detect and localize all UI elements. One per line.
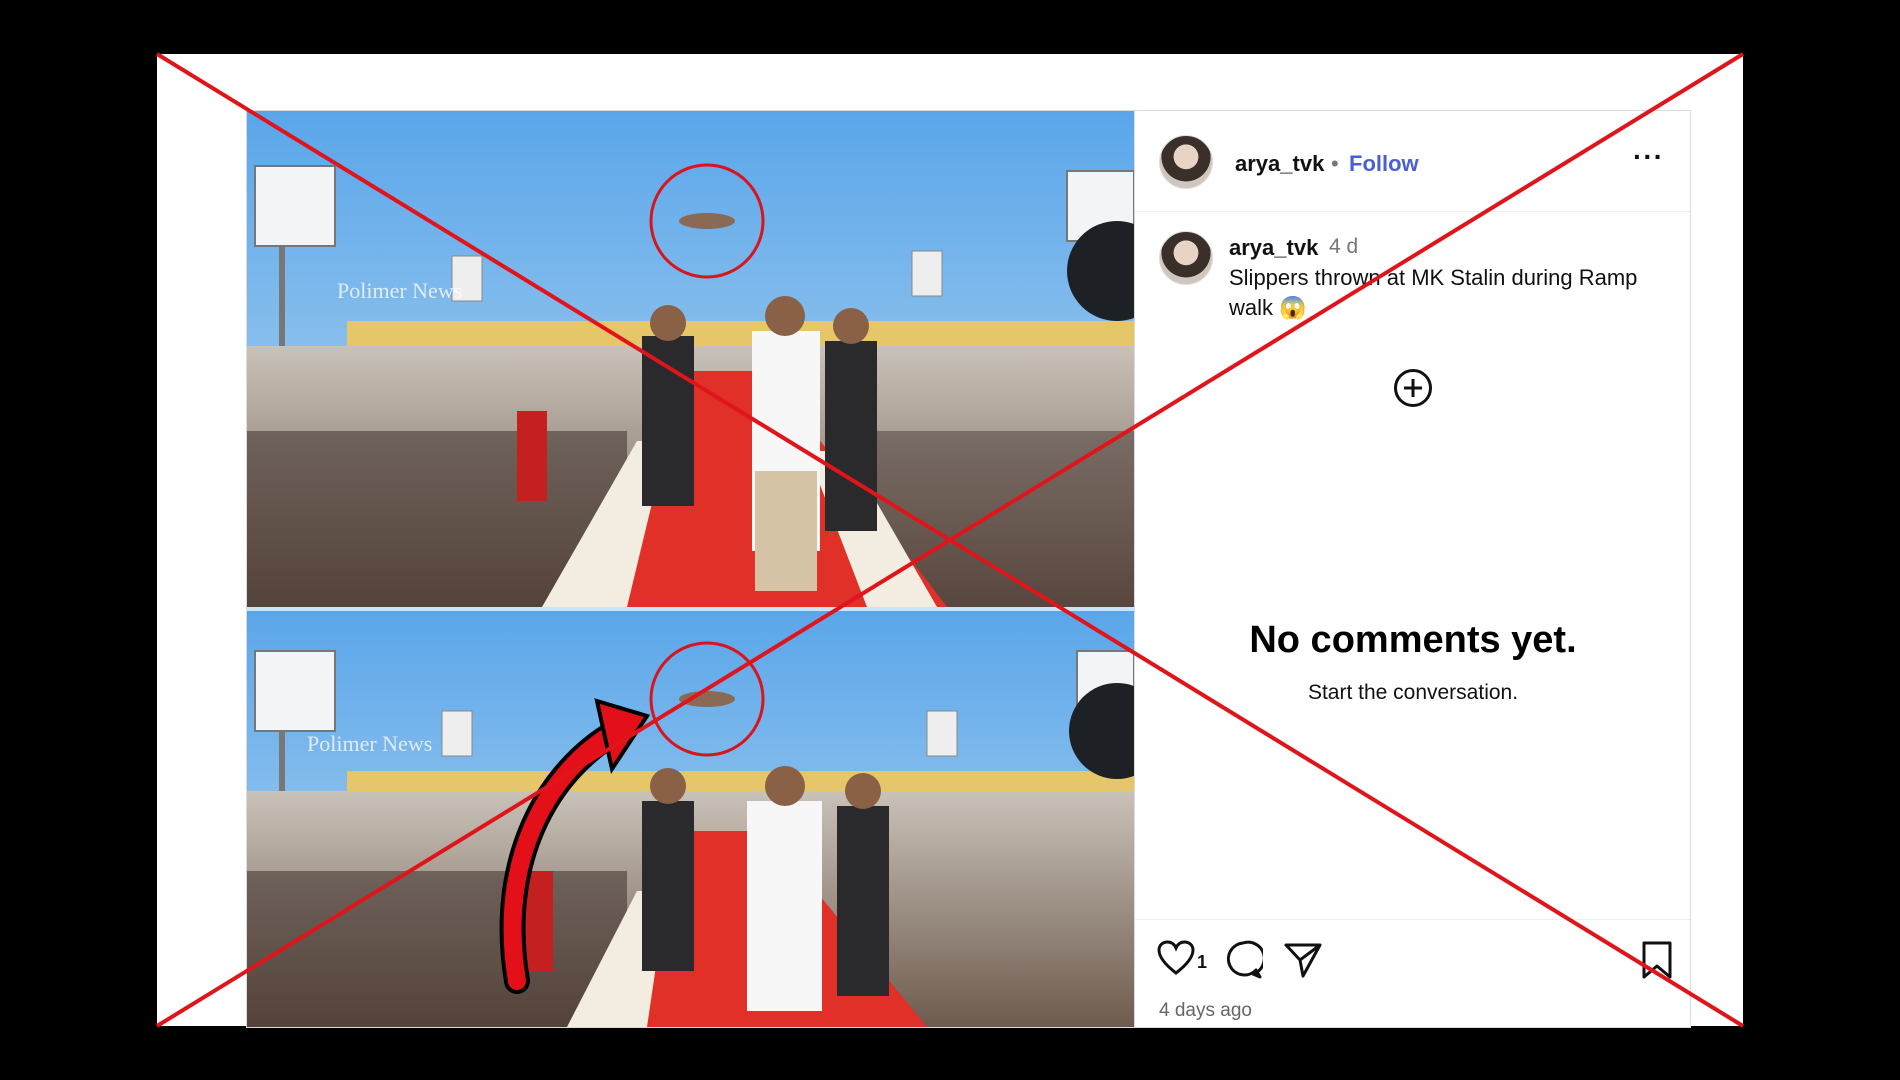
caption-avatar[interactable] <box>1159 231 1213 285</box>
like-count[interactable]: 1 <box>1197 952 1207 973</box>
comment-icon[interactable] <box>1223 940 1263 980</box>
caption-time[interactable]: 4 d <box>1329 235 1358 259</box>
photo-top: Polimer News <box>247 111 1134 607</box>
avatar[interactable] <box>1159 135 1213 189</box>
add-circle-icon[interactable] <box>1394 369 1432 407</box>
action-bar: 1 4 days ago <box>1135 919 1690 1027</box>
heart-icon[interactable] <box>1157 940 1195 976</box>
post-media[interactable]: Polimer News Polimer News <box>247 111 1134 1027</box>
header-username[interactable]: arya_tvk <box>1235 151 1324 177</box>
bookmark-icon[interactable] <box>1641 940 1673 980</box>
empty-comments-subtitle: Start the conversation. <box>1307 681 1519 704</box>
watermark-top: Polimer News <box>337 278 462 303</box>
post-header: arya_tvk • Follow ··· <box>1135 111 1690 212</box>
screenshot-canvas: Polimer News Polimer News arya_tvk • Fol… <box>0 0 1900 1080</box>
more-icon[interactable]: ··· <box>1633 141 1664 173</box>
photo-bottom: Polimer News <box>247 611 1134 1027</box>
separator-dot: • <box>1331 151 1339 176</box>
caption-text: Slippers thrown at MK Stalin during Ramp… <box>1229 265 1638 320</box>
empty-comments-title: No comments yet. <box>1249 619 1577 661</box>
caption-username[interactable]: arya_tvk <box>1229 235 1318 261</box>
instagram-post: Polimer News Polimer News arya_tvk • Fol… <box>246 110 1691 1028</box>
share-icon[interactable] <box>1283 940 1323 980</box>
watermark-bottom: Polimer News <box>307 731 432 756</box>
post-age[interactable]: 4 days ago <box>1159 1000 1252 1022</box>
follow-button[interactable]: Follow <box>1349 151 1419 177</box>
post-side-panel: arya_tvk • Follow ··· arya_tvk 4 d Slipp… <box>1134 111 1690 1027</box>
